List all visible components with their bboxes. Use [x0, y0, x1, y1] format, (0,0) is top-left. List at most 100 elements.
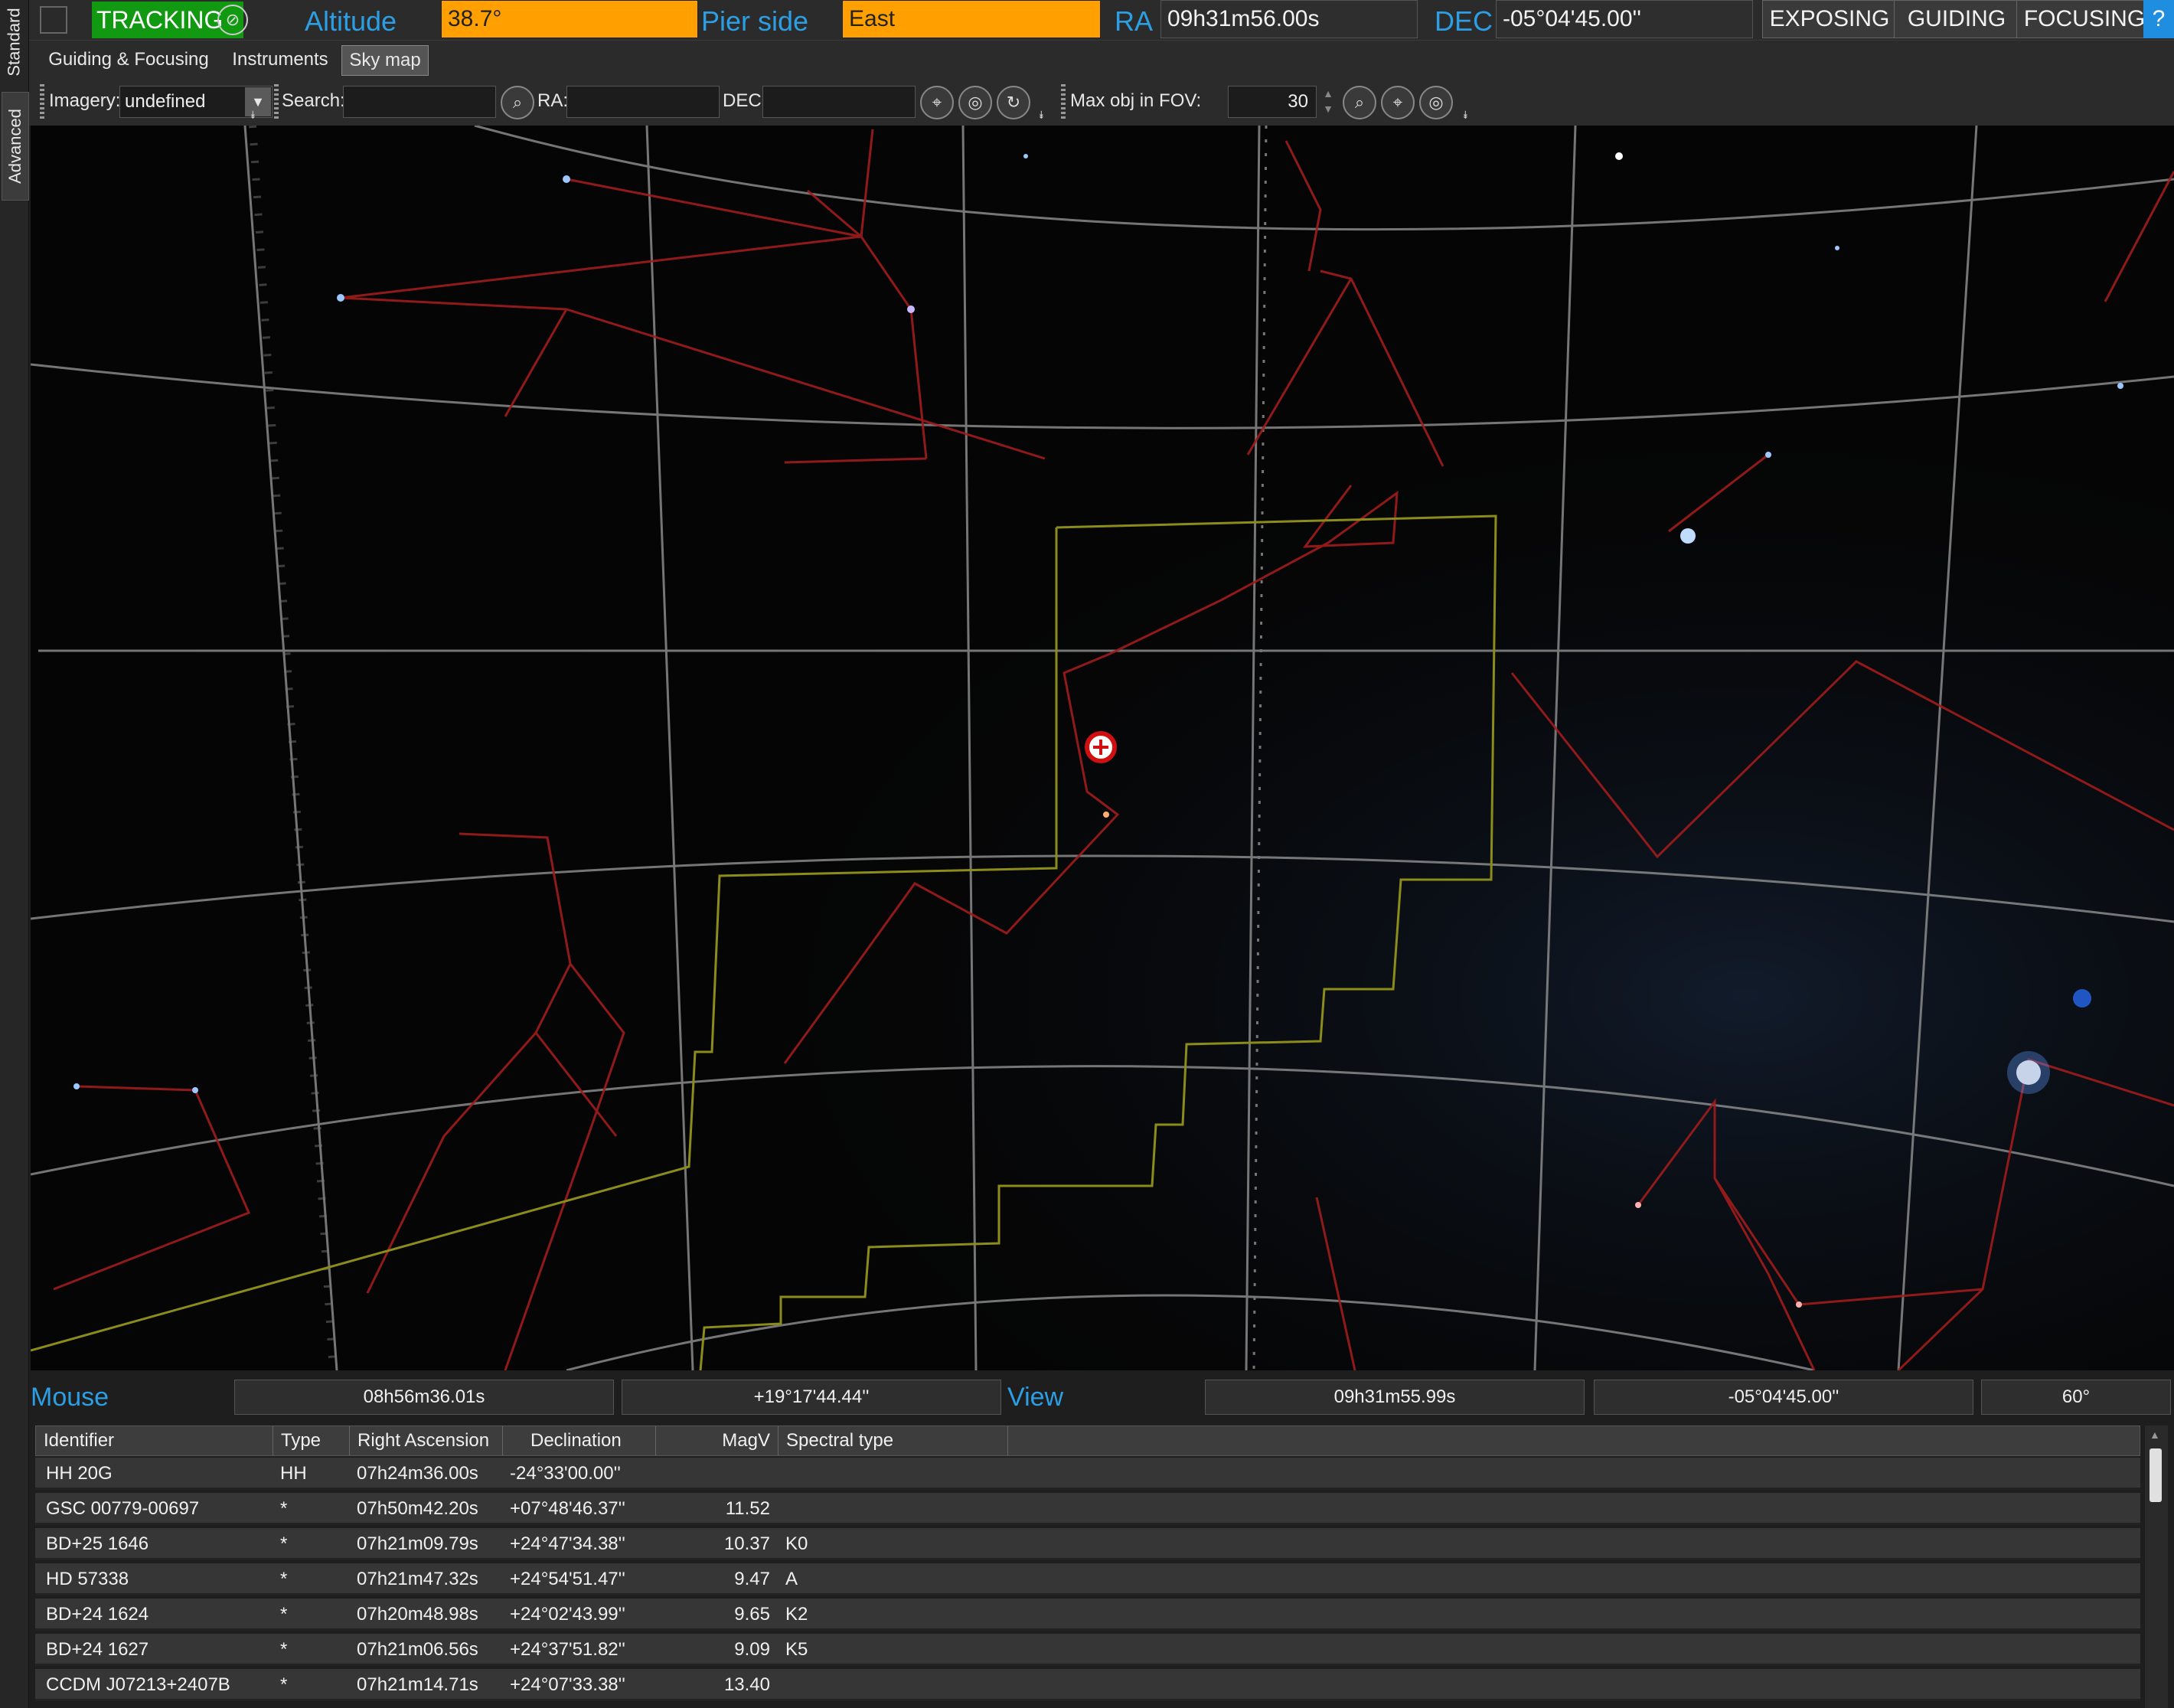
tab-guiding-focusing[interactable]: Guiding & Focusing — [37, 45, 220, 74]
cell-identifier: CCDM J07213+2407B — [46, 1674, 230, 1695]
cell-identifier: HH 20G — [46, 1463, 113, 1484]
dec-label: DEC — [1435, 5, 1493, 37]
table-row[interactable]: HD 57338 * 07h21m47.32s +24°54'51.47'' 9… — [35, 1563, 2140, 1595]
goto-object-icon[interactable]: ⌖ — [920, 86, 954, 119]
cell-identifier: BD+24 1627 — [46, 1639, 149, 1660]
objects-table: Identifier Type Right Ascension Declinat… — [31, 1421, 2174, 1708]
cell-magv: 13.40 — [723, 1674, 770, 1695]
search-icon[interactable]: ⌕ — [1343, 86, 1376, 119]
cell-dec: +24°54'51.47'' — [510, 1569, 625, 1589]
mouse-ra: 08h56m36.01s — [234, 1380, 614, 1415]
toolbar-grip[interactable] — [274, 84, 279, 119]
max-obj-stepper[interactable]: ▲ ▼ — [1320, 86, 1337, 118]
table-scrollbar[interactable]: ▲ — [2145, 1426, 2168, 1708]
dec-input[interactable] — [762, 86, 916, 118]
column-header-ra[interactable]: Right Ascension — [350, 1426, 503, 1455]
altitude-value: 38.7° — [441, 0, 698, 38]
ra-value: 09h31m56.00s — [1160, 0, 1418, 38]
cell-identifier: BD+24 1624 — [46, 1604, 149, 1625]
center-target-icon[interactable]: ◎ — [1419, 86, 1453, 119]
star — [907, 305, 915, 313]
star — [1796, 1301, 1802, 1308]
table-row[interactable]: BD+24 1624 * 07h20m48.98s +24°02'43.99''… — [35, 1599, 2140, 1631]
cell-dec: +24°07'33.38'' — [510, 1674, 625, 1695]
toolbar-grip[interactable] — [1061, 84, 1066, 119]
cell-type: * — [280, 1639, 288, 1660]
view-label: View — [1007, 1383, 1064, 1412]
tab-standard-label: Standard — [5, 8, 24, 77]
column-header-spectral[interactable]: Spectral type — [779, 1426, 1008, 1455]
table-row[interactable]: CCDM J07213+2407B * 07h21m14.71s +24°07'… — [35, 1669, 2140, 1701]
table-header: Identifier Type Right Ascension Declinat… — [35, 1426, 2140, 1456]
cell-identifier: GSC 00779-00697 — [46, 1498, 200, 1519]
sky-map[interactable] — [31, 126, 2174, 1370]
cell-spectral: K2 — [785, 1604, 808, 1625]
toolbar-grip[interactable] — [40, 84, 44, 119]
search-icon[interactable]: ⌕ — [501, 86, 534, 119]
cell-spectral: K0 — [785, 1533, 808, 1554]
cell-type: * — [280, 1498, 288, 1519]
goto-object-icon[interactable]: ⌖ — [1381, 86, 1415, 119]
view-ra: 09h31m55.99s — [1205, 1380, 1585, 1415]
table-row[interactable]: BD+25 1646 * 07h21m09.79s +24°47'34.38''… — [35, 1528, 2140, 1560]
cell-type: * — [280, 1604, 288, 1625]
tab-standard[interactable]: Standard — [2, 0, 28, 84]
center-target-icon[interactable]: ◎ — [958, 86, 992, 119]
side-tab-strip: Standard Advanced — [0, 0, 29, 1708]
star — [1635, 1202, 1641, 1208]
tab-advanced[interactable]: Advanced — [2, 92, 29, 201]
imagery-value: undefined — [125, 91, 206, 112]
cell-type: HH — [280, 1463, 307, 1484]
cell-type: * — [280, 1674, 288, 1695]
exposing-button[interactable]: EXPOSING — [1762, 0, 1897, 38]
overflow-icon[interactable]: ⯯ — [1038, 109, 1044, 122]
mouse-label: Mouse — [31, 1383, 109, 1412]
cell-spectral: A — [785, 1569, 798, 1589]
max-obj-label: Max obj in FOV: — [1070, 90, 1202, 111]
ra-input-label: RA: — [537, 90, 569, 111]
cell-magv: 10.37 — [723, 1533, 770, 1554]
tab-sky-map[interactable]: Sky map — [341, 45, 429, 76]
star — [192, 1087, 198, 1093]
overflow-icon[interactable]: ⯯ — [250, 109, 256, 122]
star — [1615, 152, 1623, 160]
telescope-position-icon[interactable] — [1085, 731, 1117, 763]
star — [1023, 154, 1028, 158]
dec-input-label: DEC: — [723, 90, 767, 111]
sky-map-canvas[interactable] — [31, 126, 2174, 1370]
cell-ra: 07h21m47.32s — [357, 1569, 478, 1589]
star-halo — [2007, 1051, 2050, 1094]
menu-tabs: Guiding & Focusing Instruments Sky map — [29, 40, 2174, 78]
column-header-dec[interactable]: Declination — [503, 1426, 656, 1455]
search-input[interactable] — [343, 86, 496, 118]
overflow-icon[interactable]: ⯯ — [1462, 109, 1468, 122]
cell-ra: 07h21m14.71s — [357, 1674, 478, 1695]
column-header-magv[interactable]: MagV — [656, 1426, 779, 1455]
tab-instruments[interactable]: Instruments — [220, 45, 340, 74]
table-row[interactable]: BD+24 1627 * 07h21m06.56s +24°37'51.82''… — [35, 1634, 2140, 1666]
cell-dec: +24°37'51.82'' — [510, 1639, 625, 1660]
column-header-type[interactable]: Type — [273, 1426, 350, 1455]
guiding-button[interactable]: GUIDING — [1894, 0, 2019, 38]
refresh-icon[interactable]: ↻ — [997, 86, 1030, 119]
star — [1680, 528, 1696, 544]
star — [1765, 452, 1771, 458]
help-button[interactable]: ? — [2143, 0, 2174, 38]
search-label: Search: — [282, 90, 345, 111]
table-row[interactable]: GSC 00779-00697 * 07h50m42.20s +07°48'46… — [35, 1493, 2140, 1525]
scroll-up-icon[interactable]: ▲ — [2150, 1429, 2160, 1441]
max-obj-input[interactable]: 30 — [1228, 86, 1317, 118]
cell-magv: 11.52 — [725, 1498, 770, 1519]
column-header-identifier[interactable]: Identifier — [36, 1426, 273, 1455]
cell-ra: 07h24m36.00s — [357, 1463, 478, 1484]
cell-magv — [655, 1458, 770, 1490]
star — [563, 175, 570, 183]
select-checkbox[interactable] — [40, 6, 67, 34]
scrollbar-thumb[interactable] — [2150, 1448, 2162, 1502]
focusing-button[interactable]: FOCUSING — [2016, 0, 2153, 38]
coordinates-readout: Mouse 08h56m36.01s +19°17'44.44'' View 0… — [31, 1372, 2174, 1418]
table-row[interactable]: HH 20G HH 07h24m36.00s -24°33'00.00'' — [35, 1458, 2140, 1490]
tracking-rate-icon[interactable]: ⊘ — [217, 5, 248, 35]
dec-value: -05°04'45.00'' — [1496, 0, 1753, 38]
ra-input[interactable] — [566, 86, 720, 118]
